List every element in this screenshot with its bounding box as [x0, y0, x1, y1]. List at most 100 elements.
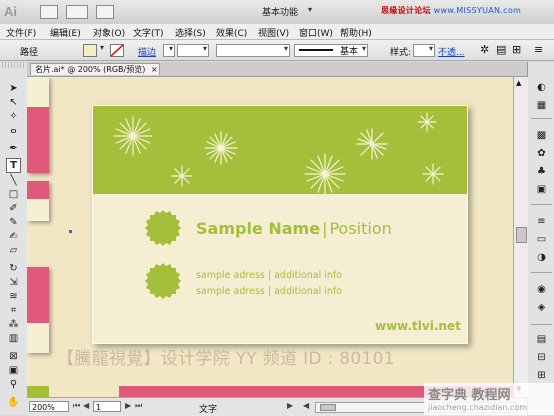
gradient-tool-icon[interactable]: ▣: [7, 364, 20, 377]
neighbor-card-band: [27, 267, 49, 323]
fill-dropdown[interactable]: [97, 43, 105, 55]
top-watermark: 思缘设计论坛 www.MISSYUAN.com: [381, 5, 521, 16]
line-tool-icon[interactable]: ╲: [7, 174, 20, 187]
top-watermark-red: 思缘设计论坛: [381, 6, 431, 15]
status-mode-label: 文字: [199, 405, 218, 415]
scroll-thumb[interactable]: [320, 404, 336, 411]
gradient-icon[interactable]: ▭: [535, 234, 548, 246]
screen-mode-button[interactable]: [96, 5, 114, 19]
recolor-artwork-icon[interactable]: ✲: [480, 43, 489, 56]
menu-edit[interactable]: 编辑(E): [50, 26, 81, 39]
prev-artboard-icon[interactable]: ◀: [83, 401, 89, 410]
align-panel-icon[interactable]: ⊟: [535, 352, 548, 364]
swatches-icon[interactable]: ▩: [535, 130, 548, 142]
scroll-thumb[interactable]: [516, 227, 527, 243]
align-icon[interactable]: ⊞: [512, 43, 521, 56]
close-icon[interactable]: ×: [151, 64, 158, 76]
dock-separator: [531, 118, 552, 119]
mesh-tool-icon[interactable]: ⊠: [7, 350, 20, 363]
menu-window[interactable]: 窗口(W): [299, 26, 333, 39]
stroke-weight-field[interactable]: [177, 44, 209, 57]
pen-tool-icon[interactable]: ✒: [7, 142, 20, 155]
chevron-down-icon[interactable]: ▾: [308, 5, 312, 14]
first-artboard-icon[interactable]: ⏮: [73, 401, 80, 411]
next-artboard-icon[interactable]: ▶: [125, 401, 131, 410]
artboards-icon[interactable]: ▤: [535, 334, 548, 346]
blob-brush-tool-icon[interactable]: ✍: [7, 230, 20, 243]
direct-selection-tool-icon[interactable]: ↖: [7, 96, 20, 109]
graphic-styles-icon[interactable]: ▣: [535, 184, 548, 196]
stroke-link[interactable]: 描边: [138, 45, 156, 58]
symbol-sprayer-tool-icon[interactable]: ⁂: [7, 318, 20, 331]
document-tab[interactable]: 名片.ai* @ 200% (RGB/预览) ×: [30, 63, 160, 75]
selection-tool-icon[interactable]: ➤: [7, 82, 20, 95]
transparency-icon[interactable]: ◑: [535, 252, 548, 264]
illustrator-logo: Ai: [4, 4, 17, 19]
color-guide-icon[interactable]: ▦: [535, 100, 548, 112]
menu-type[interactable]: 文字(T): [133, 26, 164, 39]
symbols-icon[interactable]: ♣: [535, 166, 548, 178]
panel-grip[interactable]: [2, 62, 24, 68]
menu-help[interactable]: 帮助(H): [340, 26, 372, 39]
pencil-tool-icon[interactable]: ✎: [7, 216, 20, 229]
eyedropper-tool-icon[interactable]: ⚲: [7, 378, 20, 391]
free-transform-tool-icon[interactable]: ⌗: [7, 304, 20, 317]
appearance-icon[interactable]: ◉: [535, 284, 548, 296]
menu-view[interactable]: 视图(V): [258, 26, 289, 39]
neighbor-card-green-strip: [27, 386, 49, 397]
menu-object[interactable]: 对象(O): [93, 26, 125, 39]
card-address-1[interactable]: sample adress | additional info: [196, 270, 342, 281]
variable-width-profile[interactable]: [216, 44, 290, 57]
control-panel: 路径 描边 基本 样式: 不透... ✲ ▤ ⊞ ≡: [0, 40, 554, 61]
opacity-link[interactable]: 不透...: [438, 45, 465, 58]
warp-tool-icon[interactable]: ≋: [7, 290, 20, 303]
artboard-number-field[interactable]: 1: [93, 401, 121, 412]
scale-tool-icon[interactable]: ⇲: [7, 276, 20, 289]
menu-file[interactable]: 文件(F): [6, 26, 36, 39]
graph-tool-icon[interactable]: ▥: [7, 332, 20, 345]
transform-icon[interactable]: ⊞: [535, 370, 548, 382]
card-address-2[interactable]: sample adress | additional info: [196, 286, 342, 297]
none-slash-icon: [110, 44, 124, 57]
artboard-canvas[interactable]: Sample Name | Position sample adress | add…: [27, 77, 513, 397]
lasso-tool-icon[interactable]: ⴰ: [7, 124, 20, 137]
fill-swatch[interactable]: [83, 44, 97, 57]
brushes-icon[interactable]: ✿: [535, 148, 548, 160]
panel-menu-icon[interactable]: ≡: [534, 43, 543, 56]
neighbor-card-band: [27, 107, 49, 173]
layers-icon[interactable]: ◈: [535, 302, 548, 314]
vertical-scrollbar[interactable]: ▲ ▼: [513, 77, 528, 397]
scroll-left-icon[interactable]: ◀: [303, 401, 309, 410]
starburst-icon: [356, 128, 388, 160]
stroke-swatch[interactable]: [110, 44, 124, 57]
type-tool-icon[interactable]: T: [6, 158, 21, 173]
workspace-switcher[interactable]: 基本功能: [262, 5, 298, 18]
paintbrush-tool-icon[interactable]: ✐: [7, 202, 20, 215]
rectangle-tool-icon[interactable]: □: [7, 188, 20, 201]
stroke-weight-stepper[interactable]: [163, 44, 175, 57]
document-setup-icon[interactable]: ▤: [496, 43, 506, 56]
neighbor-card-bottom: [27, 267, 49, 353]
neighbor-card-mid: [27, 181, 49, 221]
starburst-icon: [204, 131, 238, 165]
name-position-line[interactable]: Sample Name | Position: [196, 219, 392, 238]
magic-wand-tool-icon[interactable]: ✧: [7, 110, 20, 123]
card-website[interactable]: www.tlvi.net: [375, 319, 461, 333]
graphic-style-dropdown[interactable]: [413, 44, 435, 57]
color-panel-icon[interactable]: ◐: [535, 82, 548, 94]
business-card[interactable]: Sample Name | Position sample adress | add…: [92, 105, 468, 344]
arrange-documents-button[interactable]: [66, 5, 88, 19]
menu-select[interactable]: 选择(S): [175, 26, 206, 39]
zoom-field[interactable]: 200%: [29, 401, 69, 412]
status-menu-icon[interactable]: ▶: [287, 401, 293, 410]
eraser-tool-icon[interactable]: ▱: [7, 244, 20, 257]
dock-separator: [531, 272, 552, 273]
hand-tool-icon[interactable]: ✋: [7, 396, 20, 409]
bridge-button[interactable]: [40, 5, 58, 19]
menu-effect[interactable]: 效果(C): [216, 26, 247, 39]
name-divider: |: [322, 219, 328, 238]
scroll-up-icon[interactable]: ▲: [516, 79, 521, 87]
last-artboard-icon[interactable]: ⏭: [135, 401, 142, 411]
stroke-icon[interactable]: ≡: [535, 216, 548, 228]
rotate-tool-icon[interactable]: ↻: [7, 262, 20, 275]
